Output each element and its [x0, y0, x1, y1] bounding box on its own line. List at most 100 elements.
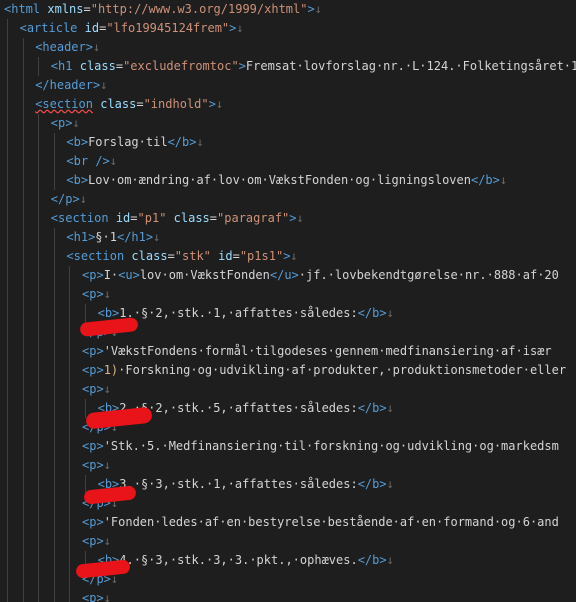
- code-line[interactable]: <header>↓: [35, 38, 100, 57]
- code-token: id: [218, 249, 233, 263]
- code-token: <b>: [97, 306, 120, 320]
- code-line[interactable]: <br />↓: [66, 152, 117, 171]
- code-token: </b>: [167, 135, 197, 149]
- code-token: "indhold": [143, 97, 209, 111]
- indent-guide: [38, 57, 40, 76]
- code-token: "lfo19945124frem": [106, 21, 230, 35]
- code-token: <p>: [82, 515, 104, 529]
- code-token: 2.·§·2,·stk.·5,·affattes·således:: [119, 401, 358, 415]
- code-token: >: [208, 97, 216, 111]
- code-token: =: [167, 249, 175, 263]
- code-token: class: [79, 59, 116, 73]
- code-token: ↓: [236, 21, 244, 35]
- indent-guide: [38, 114, 40, 602]
- indent-guide: [22, 38, 24, 602]
- code-token: ↓: [215, 97, 224, 111]
- code-token: </p>: [50, 192, 80, 206]
- redaction-mark: [75, 559, 131, 579]
- code-token: "stk": [174, 249, 211, 263]
- code-token: 4.·§·3,·stk.·3,·3.·pkt.,·ophæves.: [119, 553, 358, 567]
- code-token: =: [136, 97, 144, 111]
- code-token: </b>: [470, 173, 500, 187]
- code-line[interactable]: <b>1.·§·2,·stk.·1,·affattes·således:</b>…: [98, 304, 394, 323]
- code-token: lov·om·VækstFonden: [139, 268, 270, 282]
- code-token: "excludefromtoc": [123, 59, 239, 73]
- code-line[interactable]: <p>I·<u>lov·om·VækstFonden</u>·jf.·lovbe…: [82, 266, 559, 285]
- code-token: 1): [103, 363, 119, 377]
- code-token: ·jf.·lovbekendtgørelse·nr.·888·af·20: [298, 268, 559, 282]
- code-token: ↓: [196, 135, 204, 149]
- code-line[interactable]: <h1>§·1</h1>↓: [66, 228, 160, 247]
- code-token: ↓: [79, 192, 87, 206]
- redaction-mark: [83, 485, 137, 505]
- code-line[interactable]: <html xmlns="http://www.w3.org/1999/xhtm…: [4, 0, 322, 19]
- code-token: <section: [35, 97, 93, 111]
- code-token: "paragraf": [217, 211, 290, 225]
- code-token: >: [307, 2, 315, 16]
- code-line[interactable]: <b>Forslag·til</b>↓: [66, 133, 203, 152]
- code-token: ↓: [103, 458, 111, 472]
- code-line[interactable]: <p>1)·Forskning·og·udvikling·af·produkte…: [82, 361, 566, 380]
- code-token: 'Stk.·5.·Medfinansiering·til·forskning·o…: [103, 439, 559, 453]
- code-token: <p>: [82, 591, 104, 602]
- code-token: <p>: [82, 287, 104, 301]
- code-line[interactable]: <b>4.·§·3,·stk.·3,·3.·pkt.,·ophæves.</b>…: [98, 551, 394, 570]
- code-token: </header>: [35, 78, 101, 92]
- code-line[interactable]: <h1 class="excludefromtoc">Fremsat·lovfo…: [51, 57, 576, 76]
- code-token: </b>: [357, 401, 387, 415]
- code-token: <: [19, 21, 27, 35]
- code-line[interactable]: </header>↓: [35, 76, 107, 95]
- code-token: ↓: [314, 2, 322, 16]
- redaction-mark: [85, 406, 153, 430]
- code-token: <b>: [66, 135, 89, 149]
- code-token: 3.·§·3,·stk.·1,·affattes·således:: [119, 477, 358, 491]
- code-line[interactable]: <b>3.·§·3,·stk.·1,·affattes·således:</b>…: [98, 475, 394, 494]
- code-line[interactable]: <section id="p1" class="paragraf">↓: [51, 209, 304, 228]
- code-line[interactable]: <b>Lov·om·ændring·af·lov·om·VækstFonden·…: [66, 171, 507, 190]
- code-token: <p>: [82, 458, 104, 472]
- indent-guide: [85, 304, 86, 323]
- code-line[interactable]: <p>↓: [82, 285, 111, 304]
- code-token: "p1": [137, 211, 167, 225]
- code-line[interactable]: <p>'VækstFondens·formål·tilgodeses·genne…: [82, 342, 552, 361]
- code-line[interactable]: </p>↓: [51, 190, 87, 209]
- indent-guide: [85, 399, 86, 418]
- code-token: </u>: [269, 268, 299, 282]
- indent-guide: [53, 228, 55, 602]
- code-line[interactable]: <p>'Fonden·ledes·af·en·bestyrelse·beståe…: [82, 513, 559, 532]
- code-token: ↓: [103, 287, 111, 301]
- code-token: ↓: [92, 40, 101, 54]
- code-token: <header>: [35, 40, 93, 54]
- code-token: xmlns: [47, 2, 84, 16]
- code-line[interactable]: <p>↓: [82, 532, 111, 551]
- code-line[interactable]: <p>'Stk.·5.·Medfinansiering·til·forsknin…: [82, 437, 559, 456]
- code-token: =: [115, 59, 124, 73]
- code-line[interactable]: <p>↓: [82, 589, 111, 602]
- code-line[interactable]: <article id="lfo19945124frem">↓: [20, 19, 244, 38]
- code-token: html: [11, 2, 41, 16]
- code-token: 1.·§·2,·stk.·1,·affattes·således:: [119, 306, 358, 320]
- code-line[interactable]: <p>↓: [82, 456, 111, 475]
- code-token: Fremsat·lovforslag·nr.·L·124.·Folketings…: [245, 59, 576, 73]
- code-token: =: [83, 2, 91, 16]
- code-token: id: [115, 211, 131, 225]
- code-token: </b>: [357, 553, 387, 567]
- code-line[interactable]: <section class="stk" id="p1s1">↓: [66, 247, 297, 266]
- code-token: ↓: [386, 306, 394, 320]
- code-token: ↓: [386, 477, 394, 491]
- code-editor[interactable]: <html xmlns="http://www.w3.org/1999/xhtm…: [0, 0, 576, 602]
- code-token: ↓: [103, 382, 111, 396]
- code-line[interactable]: <section class="indhold">↓: [35, 95, 223, 114]
- code-token: <p>: [82, 534, 104, 548]
- code-token: =: [130, 211, 138, 225]
- code-token: <h1>: [66, 230, 96, 244]
- code-line[interactable]: <p>↓: [82, 380, 111, 399]
- code-token: <u>: [118, 268, 140, 282]
- code-line[interactable]: <p>↓: [51, 114, 80, 133]
- code-token: ↓: [103, 591, 111, 602]
- code-token: Lov·om·ændring·af·lov·om·VækstFonden·og·…: [88, 173, 471, 187]
